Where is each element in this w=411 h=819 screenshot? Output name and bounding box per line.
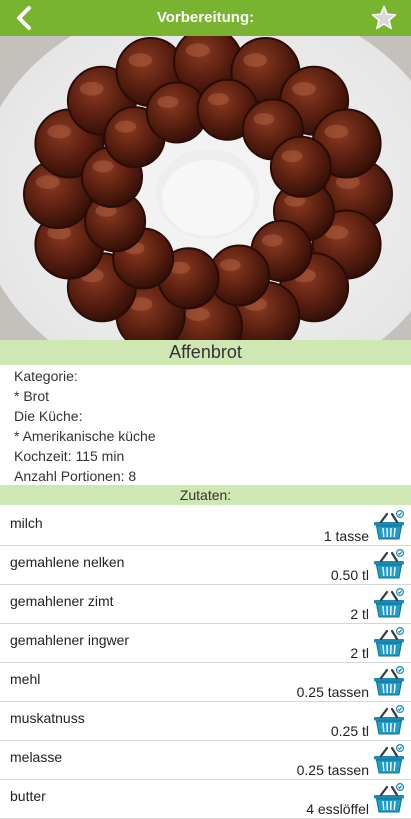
- ingredient-name: butter: [10, 788, 46, 804]
- shopping-basket-icon[interactable]: [373, 510, 405, 542]
- shopping-basket-icon[interactable]: [373, 549, 405, 581]
- ingredient-name: gemahlene nelken: [10, 554, 125, 570]
- ingredient-row: milch 1 tasse: [0, 507, 411, 546]
- shopping-basket-icon[interactable]: [373, 627, 405, 659]
- info-category-value: * Brot: [14, 388, 50, 404]
- ingredient-name: melasse: [10, 749, 63, 765]
- ingredient-row: muskatnuss 0.25 tl: [0, 702, 411, 741]
- top-app-bar: Vorbereitung:: [0, 0, 411, 36]
- ingredient-amount: 0.25 tassen: [296, 684, 369, 700]
- ingredient-row: gemahlener ingwer 2 tl: [0, 624, 411, 663]
- shopping-basket-icon[interactable]: [373, 783, 405, 815]
- shopping-basket-icon[interactable]: [373, 744, 405, 776]
- ingredient-name: milch: [10, 515, 43, 531]
- ingredient-row: mehl 0.25 tassen: [0, 663, 411, 702]
- recipe-info: Kategorie: * Brot Die Küche: * Amerikani…: [14, 366, 394, 486]
- ingredient-amount: 0.25 tl: [330, 723, 369, 739]
- info-cooking-time: Kochzeit: 115 min: [14, 448, 125, 464]
- ingredient-name: gemahlener ingwer: [10, 632, 130, 648]
- ingredient-row: gemahlener zimt 2 tl: [0, 585, 411, 624]
- info-cuisine-value: * Amerikanische küche: [14, 428, 156, 444]
- ingredient-amount: 4 esslöffel: [306, 801, 369, 817]
- ingredient-amount: 2 tl: [350, 645, 369, 661]
- ingredient-amount: 1 tasse: [323, 528, 369, 544]
- ingredient-row: melasse 0.25 tassen: [0, 741, 411, 780]
- ingredient-amount: 0.25 tassen: [296, 762, 369, 778]
- page-title: Vorbereitung:: [156, 9, 255, 26]
- ingredients-list: milch 1 tasse gemahlene nelken 0.50 tl g…: [0, 507, 411, 819]
- info-cuisine-label: Die Küche:: [14, 408, 83, 424]
- ingredient-row: gemahlene nelken 0.50 tl: [0, 546, 411, 585]
- info-servings: Anzahl Portionen: 8: [14, 468, 137, 484]
- recipe-image: [0, 36, 411, 340]
- info-category-label: Kategorie:: [14, 368, 78, 384]
- ingredient-name: gemahlener zimt: [10, 593, 114, 609]
- recipe-title: Affenbrot: [0, 340, 411, 365]
- ingredient-amount: 0.50 tl: [330, 567, 369, 583]
- shopping-basket-icon[interactable]: [373, 666, 405, 698]
- ingredient-amount: 2 tl: [350, 606, 369, 622]
- shopping-basket-icon[interactable]: [373, 705, 405, 737]
- ingredients-header: Zutaten:: [0, 485, 411, 505]
- ingredient-name: mehl: [10, 671, 41, 687]
- ingredient-name: muskatnuss: [10, 710, 85, 726]
- star-icon[interactable]: [371, 5, 397, 31]
- shopping-basket-icon[interactable]: [373, 588, 405, 620]
